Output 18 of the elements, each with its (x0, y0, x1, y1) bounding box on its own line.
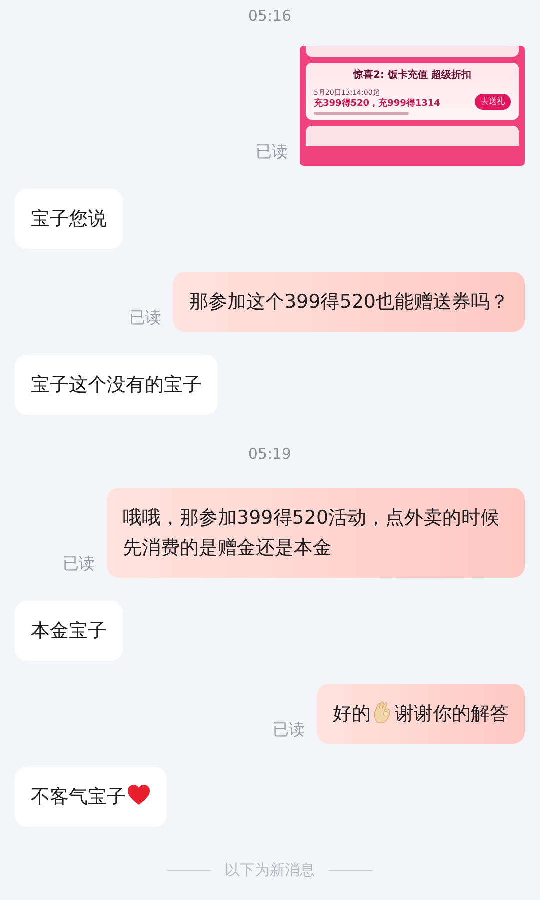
message-bubble: 好的 谢谢你的解答 (317, 684, 525, 744)
read-receipt: 已读 (63, 553, 95, 575)
read-receipt: 已读 (256, 140, 288, 162)
new-messages-divider: 以下为新消息 (225, 860, 315, 881)
message-bubble: 宝子您说 (15, 188, 123, 248)
read-receipt: 已读 (129, 306, 162, 328)
timestamp: 05:16 (248, 6, 292, 27)
message-bubble: 哦哦，那参加399得520活动，点外卖的时候先消费的是赠金还是本金 (107, 488, 525, 578)
heart-icon (127, 784, 151, 806)
send-gift-button[interactable]: 去送礼 (475, 94, 511, 110)
message-bubble: 不客气宝子 (15, 767, 167, 827)
promo-title: 惊喜2: 饭卡充值 超级折扣 (354, 68, 472, 82)
message-bubble: 那参加这个399得520也能赠送券吗？ (173, 272, 525, 332)
promo-offer: 充399得520，充999得1314 (314, 98, 440, 110)
message-bubble: 本金宝子 (15, 601, 123, 661)
timestamp: 05:19 (248, 444, 292, 464)
read-receipt: 已读 (273, 719, 305, 741)
message-bubble: 宝子这个没有的宝子 (15, 354, 218, 414)
